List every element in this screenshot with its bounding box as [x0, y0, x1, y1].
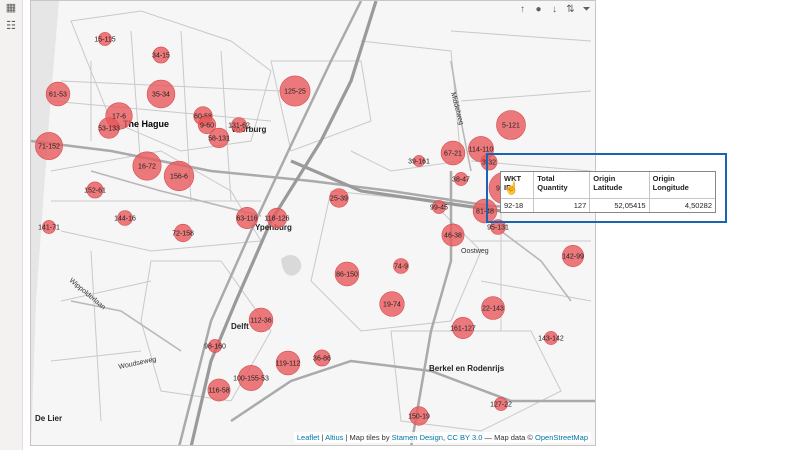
bubble-label-34-15: 34-15: [152, 53, 170, 60]
visual-toolbar: ↑ ● ↓ ⇅ ⏷ ⛶ …: [516, 4, 595, 16]
town-label-berkel: Berkel en Rodenrijs: [429, 364, 505, 373]
filter-icon[interactable]: ⏷: [580, 4, 593, 16]
bubble-label-67-21: 67-21: [444, 151, 462, 158]
bubble-label-53-133: 53-133: [98, 126, 120, 133]
bubble-label-5-121: 5-121: [502, 123, 520, 130]
bubble-label-131-62: 131-62: [228, 123, 250, 130]
bubble-label-150-19: 150-19: [408, 414, 430, 421]
bubble-label-144-16: 144-16: [114, 216, 136, 223]
bubble-label-74-9: 74-9: [394, 264, 408, 271]
bubble-label-36-86: 36-86: [313, 356, 331, 363]
cc-link[interactable]: CC BY 3.0: [447, 433, 482, 442]
bubble-label-19-74: 19-74: [383, 302, 401, 309]
bubble-label-35-34: 35-34: [152, 92, 170, 99]
bubble-label-95-131: 95-131: [487, 225, 509, 232]
bubble-label-119-112: 119-112: [276, 361, 301, 368]
tooltip-header-origin-latitude: Origin Latitude: [589, 172, 650, 199]
bubble-label-25-39: 25-39: [330, 196, 348, 203]
bubble-label-72-158: 72-158: [172, 231, 194, 238]
bubble-label-125-25: 125-25: [284, 89, 306, 96]
bubble-label-61-53: 61-53: [49, 92, 67, 99]
data-view-icon[interactable]: ☷: [5, 20, 17, 32]
bubble-label-58-131: 58-131: [208, 136, 230, 143]
bubble-label-99-45: 99-45: [430, 205, 448, 212]
tooltip-header-total-quantity: Total Quantity: [533, 172, 591, 199]
bubble-label-71-152: 71-152: [38, 144, 60, 151]
bubble-label-156-6: 156-6: [170, 174, 188, 181]
drill-down-icon[interactable]: ●: [532, 4, 545, 16]
map-attribution: Leaflet | Altius | Map tiles by Stamen D…: [293, 432, 591, 443]
bubble-label-9-60: 9-60: [200, 123, 214, 130]
tooltip-value-origin-longitude: 4,50282: [649, 198, 715, 212]
tooltip-value-origin-latitude: 52,05415: [589, 198, 650, 212]
bubble-label-152-61: 152-61: [84, 188, 106, 195]
left-rail: ▦ ☷: [0, 0, 23, 450]
altius-link[interactable]: Altius: [325, 433, 343, 442]
leaflet-link[interactable]: Leaflet: [297, 433, 320, 442]
pin-icon[interactable]: ↑: [516, 4, 529, 16]
bubble-label-46-38: 46-38: [444, 233, 462, 240]
town-label-de-lier: De Lier: [35, 414, 62, 423]
osm-link[interactable]: OpenStreetMap: [535, 433, 588, 442]
mouse-pointer-icon: ☝: [504, 181, 519, 195]
stamen-link[interactable]: Stamen Design: [392, 433, 443, 442]
bubble-label-143-142: 143-142: [538, 336, 564, 343]
bubble-label-142-99: 142-99: [562, 254, 584, 261]
report-view-icon[interactable]: ▦: [5, 2, 17, 14]
map-visual[interactable]: The Hague Voorburg Ypenburg Delft Berkel…: [30, 0, 596, 446]
bubble-label-116-58: 116-58: [208, 388, 229, 395]
bubble-label-100-155-53: 100-155-53: [233, 376, 269, 383]
bubble-label-15-115: 15-115: [94, 37, 115, 44]
map-tooltip: WKT ID Total Quantity Origin Latitude Or…: [500, 171, 716, 213]
bubble-label-16-72: 16-72: [138, 164, 156, 171]
bubble-label-127-22: 127-22: [490, 402, 512, 409]
bubble-label-98-160: 98-160: [204, 344, 226, 351]
tooltip-value-total-quantity: 127: [533, 198, 591, 212]
map-canvas[interactable]: The Hague Voorburg Ypenburg Delft Berkel…: [31, 1, 596, 446]
bubble-label-161-127: 161-127: [450, 326, 476, 333]
tooltip-header-origin-longitude: Origin Longitude: [652, 174, 689, 192]
bubble-label-39-161: 39-161: [408, 159, 430, 166]
bubble-label-38-47: 38-47: [452, 177, 470, 184]
bubble-label-118-126: 118-126: [264, 216, 289, 223]
road-label-oostweg: Oostweg: [461, 248, 489, 255]
bubble-label-22-143: 22-143: [482, 306, 504, 313]
tooltip-value-wkt-id: 92-18: [501, 198, 535, 212]
drill-up-icon[interactable]: ↓: [548, 4, 561, 16]
tooltip-table: WKT ID Total Quantity Origin Latitude Or…: [501, 172, 715, 212]
bubble-label-86-150: 86-150: [336, 272, 358, 279]
town-label-delft: Delft: [231, 322, 249, 331]
bubble-label-63-116: 63-116: [236, 216, 257, 223]
bubble-label-141-71: 141-71: [38, 225, 60, 232]
bubble-label-112-36: 112-36: [250, 318, 271, 325]
expand-icon[interactable]: ⇅: [564, 4, 577, 16]
